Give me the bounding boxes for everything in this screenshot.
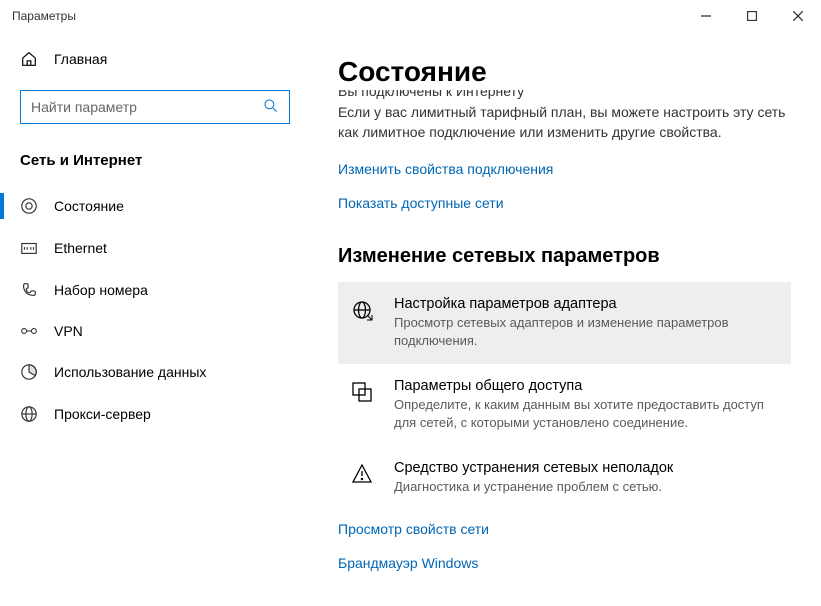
minimize-button[interactable]	[683, 0, 729, 32]
page-title: Состояние	[338, 56, 791, 88]
link-show-networks[interactable]: Показать доступные сети	[338, 195, 791, 211]
sidebar-item-vpn[interactable]: VPN	[0, 311, 310, 351]
sidebar-item-datausage[interactable]: Использование данных	[0, 351, 310, 393]
sidebar-item-label: Прокси-сервер	[54, 406, 151, 422]
section-heading: Изменение сетевых параметров	[338, 245, 791, 268]
sidebar-item-dialup[interactable]: Набор номера	[0, 269, 310, 311]
maximize-button[interactable]	[729, 0, 775, 32]
row-adapter-options[interactable]: Настройка параметров адаптера Просмотр с…	[338, 282, 791, 364]
status-icon	[20, 197, 38, 215]
sidebar-item-ethernet[interactable]: Ethernet	[0, 227, 310, 269]
vpn-icon	[20, 323, 38, 339]
sidebar-item-proxy[interactable]: Прокси-сервер	[0, 393, 310, 435]
sidebar-item-label: Состояние	[54, 198, 124, 214]
close-button[interactable]	[775, 0, 821, 32]
row-label: Настройка параметров адаптера	[394, 296, 781, 312]
row-label: Средство устранения сетевых неполадок	[394, 460, 781, 476]
row-sub: Просмотр сетевых адаптеров и изменение п…	[394, 314, 781, 350]
sidebar-item-label: Набор номера	[54, 282, 148, 298]
adapter-icon	[348, 296, 376, 322]
home-icon	[20, 50, 38, 68]
home-link[interactable]: Главная	[0, 40, 310, 78]
sharing-icon	[348, 378, 376, 404]
sidebar-item-status[interactable]: Состояние	[0, 185, 310, 227]
clipped-prev-line: Вы подключены к Интернету	[338, 90, 791, 100]
sidebar-category: Сеть и Интернет	[0, 144, 310, 185]
sidebar-item-label: Использование данных	[54, 364, 206, 380]
row-sharing-options[interactable]: Параметры общего доступа Определите, к к…	[338, 364, 791, 446]
window-title: Параметры	[12, 9, 683, 23]
ethernet-icon	[20, 239, 38, 257]
search-input[interactable]	[31, 99, 263, 115]
sidebar-item-label: VPN	[54, 323, 83, 339]
window-controls	[683, 0, 821, 32]
dialup-icon	[20, 281, 38, 299]
proxy-icon	[20, 405, 38, 423]
titlebar: Параметры	[0, 0, 821, 32]
link-view-properties[interactable]: Просмотр свойств сети	[338, 521, 791, 537]
home-label: Главная	[54, 51, 107, 67]
row-sub: Диагностика и устранение проблем с сетью…	[394, 478, 781, 496]
link-firewall[interactable]: Брандмауэр Windows	[338, 555, 791, 571]
content: Состояние Вы подключены к Интернету Если…	[310, 32, 821, 606]
row-troubleshoot[interactable]: Средство устранения сетевых неполадок Ди…	[338, 446, 791, 510]
search-box[interactable]	[20, 90, 290, 124]
row-sub: Определите, к каким данным вы хотите пре…	[394, 396, 781, 432]
sidebar: Главная Сеть и Интернет Состояние Ethern…	[0, 32, 310, 606]
datausage-icon	[20, 363, 38, 381]
troubleshoot-icon	[348, 460, 376, 486]
search-icon	[263, 98, 279, 117]
row-label: Параметры общего доступа	[394, 378, 781, 394]
status-description: Если у вас лимитный тарифный план, вы мо…	[338, 102, 791, 143]
link-change-connection[interactable]: Изменить свойства подключения	[338, 161, 791, 177]
sidebar-item-label: Ethernet	[54, 240, 107, 256]
